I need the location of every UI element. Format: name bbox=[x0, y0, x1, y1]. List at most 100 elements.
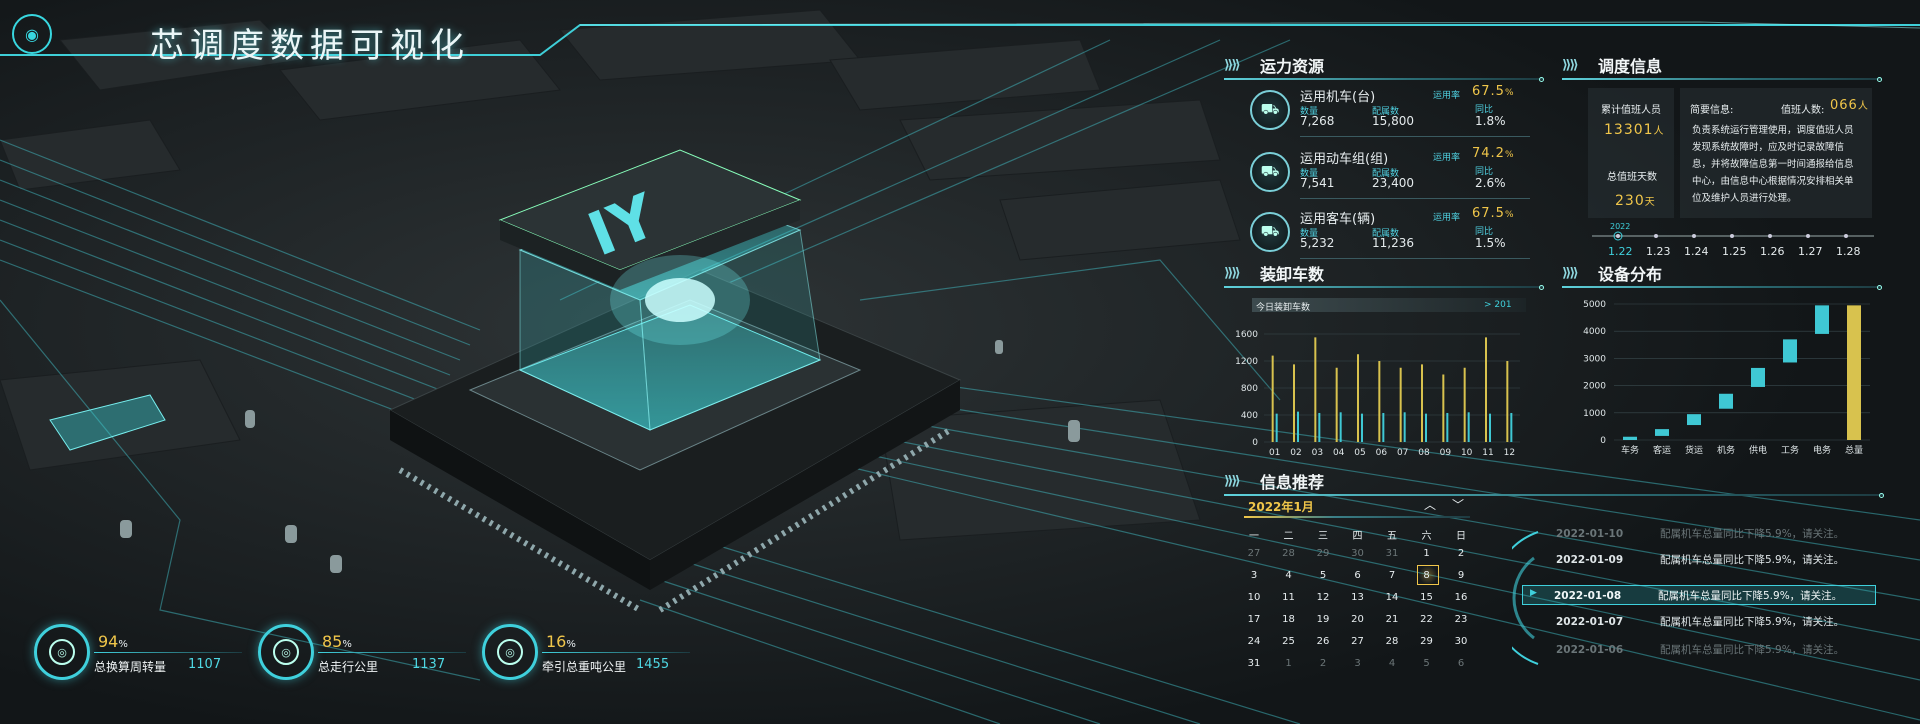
calendar-day[interactable]: 22 bbox=[1417, 614, 1437, 625]
chevrons-icon: ⟫⟫ bbox=[1224, 473, 1241, 489]
x-tick-label: 04 bbox=[1333, 448, 1345, 458]
calendar-day[interactable]: 25 bbox=[1279, 636, 1299, 647]
news-item[interactable]: 2022-01-09 配属机车总量同比下降5.9%，请关注。 bbox=[1556, 552, 1844, 567]
calendar-month-label: 2022年1月 bbox=[1248, 500, 1314, 514]
bar-primary bbox=[1421, 364, 1423, 442]
calendar-day[interactable]: 1 bbox=[1279, 658, 1299, 669]
chevrons-icon: ⟫⟫ bbox=[1224, 265, 1241, 281]
row-divider bbox=[1300, 258, 1530, 259]
today-loading-value: > 201 bbox=[1484, 300, 1512, 310]
schedule-panel-title: ⟫⟫ 调度信息 bbox=[1562, 52, 1882, 82]
calendar-day[interactable]: 30 bbox=[1451, 636, 1471, 647]
timeline-date[interactable]: 1.27 bbox=[1798, 245, 1823, 258]
bar-primary bbox=[1378, 361, 1381, 442]
news-item[interactable]: 2022-01-10 配属机车总量同比下降5.9%，请关注。 bbox=[1556, 526, 1844, 541]
calendar-day[interactable]: 1 bbox=[1417, 548, 1437, 559]
calendar-day[interactable]: 20 bbox=[1348, 614, 1368, 625]
calendar-day[interactable]: 28 bbox=[1279, 548, 1299, 559]
timeline-date[interactable]: 1.28 bbox=[1836, 245, 1861, 258]
resource-name: 运用客车(辆) bbox=[1300, 212, 1376, 227]
timeline-date[interactable]: 1.24 bbox=[1684, 245, 1709, 258]
x-tick-label: 电务 bbox=[1813, 444, 1831, 456]
calendar-day[interactable]: 5 bbox=[1313, 570, 1333, 581]
calendar-day[interactable]: 12 bbox=[1313, 592, 1333, 603]
calendar-day[interactable]: 4 bbox=[1279, 570, 1299, 581]
calendar-day[interactable]: 5 bbox=[1417, 658, 1437, 669]
x-tick-label: 07 bbox=[1397, 448, 1408, 458]
calendar-prev-icon[interactable]: ︿ bbox=[1424, 496, 1436, 513]
calendar-day[interactable]: 19 bbox=[1313, 614, 1333, 625]
calendar-day[interactable]: 21 bbox=[1382, 614, 1402, 625]
today-loading-label: 今日装卸车数 bbox=[1256, 303, 1311, 313]
timeline-date[interactable]: 1.22 bbox=[1608, 245, 1633, 258]
x-tick-label: 03 bbox=[1312, 448, 1323, 458]
calendar-next-icon[interactable]: ﹀ bbox=[1452, 496, 1464, 513]
calendar-day[interactable]: 6 bbox=[1348, 570, 1368, 581]
y-tick-label: 5000 bbox=[1583, 300, 1606, 310]
calendar-day[interactable]: 7 bbox=[1382, 570, 1402, 581]
weekday-label: 五 bbox=[1387, 531, 1397, 542]
weekday-label: 三 bbox=[1318, 531, 1328, 542]
timeline-date[interactable]: 1.25 bbox=[1722, 245, 1747, 258]
calendar-day[interactable]: 9 bbox=[1451, 570, 1471, 581]
turnover-icon: ◎ bbox=[49, 639, 75, 665]
news-item[interactable]: 2022-01-06 配属机车总量同比下降5.9%，请关注。 bbox=[1556, 642, 1844, 657]
row-divider bbox=[1300, 136, 1530, 137]
y-tick-label: 1000 bbox=[1583, 409, 1606, 419]
calendar-day[interactable]: 3 bbox=[1244, 570, 1264, 581]
calendar-day[interactable]: 30 bbox=[1348, 548, 1368, 559]
calendar-day[interactable]: 4 bbox=[1382, 658, 1402, 669]
timeline-date[interactable]: 1.23 bbox=[1646, 245, 1671, 258]
calendar-day[interactable]: 2 bbox=[1313, 658, 1333, 669]
qty-value: 5,232 bbox=[1300, 236, 1335, 250]
calendar-day[interactable]: 24 bbox=[1244, 636, 1264, 647]
timeline-date[interactable]: 1.26 bbox=[1760, 245, 1785, 258]
calendar-day[interactable]: 31 bbox=[1244, 658, 1264, 669]
brief-description: 负责系统运行管理使用，调度值班人员发现系统故障时，应及时记录故障信息，并将故障信… bbox=[1692, 125, 1854, 204]
x-tick-label: 01 bbox=[1269, 448, 1280, 458]
calendar-day[interactable]: 10 bbox=[1244, 592, 1264, 603]
resource-name: 运用机车(台) bbox=[1300, 90, 1376, 105]
calendar-day[interactable]: 18 bbox=[1279, 614, 1299, 625]
calendar-day[interactable]: 23 bbox=[1451, 614, 1471, 625]
calendar-day[interactable]: 2 bbox=[1451, 548, 1471, 559]
calendar-day[interactable]: 27 bbox=[1348, 636, 1368, 647]
calendar-day[interactable]: 26 bbox=[1313, 636, 1333, 647]
equipment-bar bbox=[1719, 393, 1733, 409]
duty-total-label: 累计值班人员 bbox=[1601, 105, 1661, 116]
equipment-bar bbox=[1751, 367, 1765, 387]
news-item[interactable]: 2022-01-08 配属机车总量同比下降5.9%，请关注。 bbox=[1554, 588, 1842, 603]
calendar-day[interactable]: 6 bbox=[1451, 658, 1471, 669]
equipment-bar bbox=[1623, 436, 1637, 440]
calendar-day[interactable]: 17 bbox=[1244, 614, 1264, 625]
rate-value: 67.5% bbox=[1472, 206, 1515, 221]
stat-label: 牵引总重吨公里 bbox=[542, 660, 627, 674]
calendar-day[interactable]: 29 bbox=[1313, 548, 1333, 559]
weekday-label: 四 bbox=[1352, 531, 1363, 542]
calendar-day[interactable]: 11 bbox=[1279, 592, 1299, 603]
calendar-day[interactable]: 3 bbox=[1348, 658, 1368, 669]
y-tick-label: 0 bbox=[1252, 438, 1258, 448]
bar-secondary bbox=[1446, 412, 1449, 442]
x-tick-label: 12 bbox=[1504, 448, 1515, 458]
resource-name: 运用动车组(组) bbox=[1300, 152, 1389, 167]
calendar-day[interactable]: 8 bbox=[1417, 570, 1437, 581]
bar-secondary bbox=[1361, 413, 1363, 442]
calendar-day[interactable]: 13 bbox=[1348, 592, 1368, 603]
bar-secondary bbox=[1425, 413, 1427, 442]
stat-label: 总换算周转量 bbox=[94, 660, 167, 674]
stat-percent: 94% bbox=[98, 632, 128, 651]
calendar-day[interactable]: 29 bbox=[1417, 636, 1437, 647]
y-tick-label: 4000 bbox=[1583, 327, 1606, 337]
loading-bar-chart: 0 400 800 1200 1600 01 02 03 04 05 06 07 08 09 10 11 12 bbox=[1235, 330, 1520, 458]
bar-secondary bbox=[1339, 412, 1342, 442]
calendar-day[interactable]: 31 bbox=[1382, 548, 1402, 559]
calendar-day[interactable]: 27 bbox=[1244, 548, 1264, 559]
news-item[interactable]: 2022-01-07 配属机车总量同比下降5.9%，请关注。 bbox=[1556, 614, 1844, 629]
calendar-day[interactable]: 16 bbox=[1451, 592, 1471, 603]
calendar-day[interactable]: 15 bbox=[1417, 592, 1437, 603]
bar-primary bbox=[1335, 367, 1338, 442]
calendar-day[interactable]: 28 bbox=[1382, 636, 1402, 647]
calendar-day[interactable]: 14 bbox=[1382, 592, 1402, 603]
duty-days-value: 230天 bbox=[1615, 193, 1656, 209]
